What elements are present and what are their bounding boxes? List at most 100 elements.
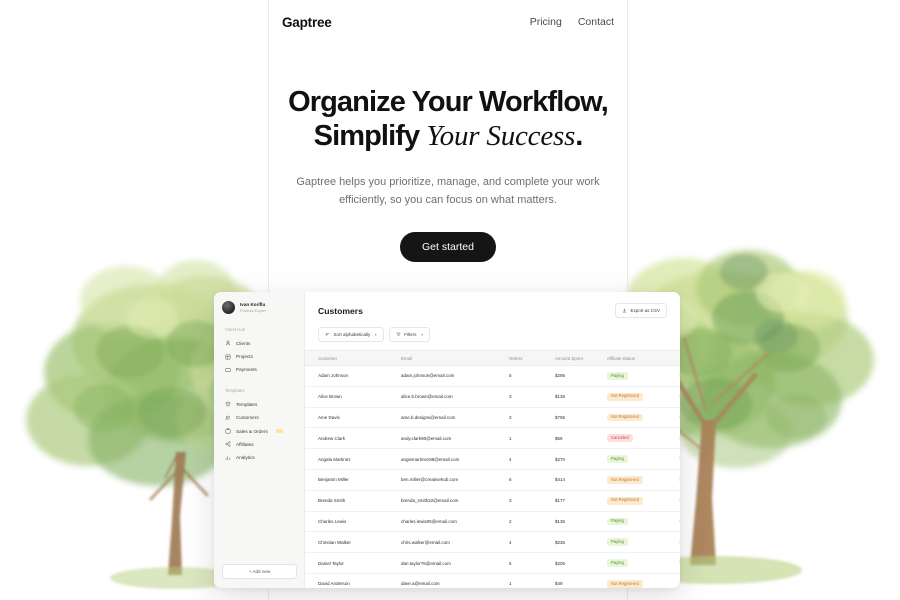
table-row[interactable]: Andrew Clark andy.clark90@email.com 1 $59 Ca…	[305, 427, 680, 450]
user-profile[interactable]: Ivan Koriflu Product Expert	[222, 301, 297, 314]
user-avatar-icon	[222, 301, 235, 314]
sidebar-item-label: Analytics	[236, 455, 255, 461]
table-row[interactable]: Benjamin Miller ben.miller@creativehub.co…	[305, 469, 680, 491]
hero-title: Organize Your Workflow, Simplify Your Su…	[268, 86, 628, 153]
sidebar-item-sales-and-orders[interactable]: Sales & Orders	[222, 425, 297, 437]
column-header-orders[interactable]: Orders	[509, 350, 555, 366]
sidebar-item-label: Customers	[236, 415, 259, 421]
cell-orders: 1	[509, 427, 555, 450]
export-csv-button[interactable]: Export as CSV	[615, 303, 667, 318]
sidebar-item-label: Sales & Orders	[236, 428, 268, 434]
hero-title-line2-plain: Simplify	[313, 119, 427, 152]
cell-affiliate-status: Paying	[607, 552, 669, 574]
table-row[interactable]: Charles Lewis charles.lewis05@email.com 2 $…	[305, 511, 680, 533]
row-actions-button[interactable]: ⋮	[669, 552, 680, 574]
sidebar-item-templates[interactable]: Templates	[222, 398, 297, 410]
cell-customer-name: Alice Brown	[305, 386, 401, 408]
cell-orders: 1	[509, 573, 555, 588]
cell-customer-name: Adam Johnson	[305, 365, 401, 387]
row-actions-button[interactable]: ⋮	[669, 427, 680, 450]
nav-link-pricing[interactable]: Pricing	[530, 16, 562, 28]
status-badge: Not Registered	[607, 392, 643, 401]
cell-affiliate-status: Canceled	[607, 427, 669, 450]
table-row[interactable]: Christian Walker chris.walker@email.com 4 $…	[305, 531, 680, 554]
cell-email: alice.b.brown@email.com	[401, 386, 509, 408]
row-actions-button[interactable]: ⋮	[669, 469, 680, 491]
sidebar-group-templates: Templates Templates Customers Sales & Or…	[222, 388, 297, 465]
sort-icon	[325, 332, 330, 338]
row-actions-button[interactable]: ⋮	[669, 448, 680, 470]
cell-email: dan.taylor76@email.com	[401, 552, 509, 574]
cell-email: brenda_smith22@email.com	[401, 490, 509, 512]
sidebar-item-payments[interactable]: Payments	[222, 364, 297, 376]
sidebar-group-client-hub: Client Hub Clients Projects Payments	[222, 327, 297, 377]
layers-icon	[225, 401, 231, 407]
sidebar-item-customers[interactable]: Customers	[222, 412, 297, 424]
table-row[interactable]: Ame Davis ame.b.designs@email.com 3 $795 Not…	[305, 407, 680, 429]
cell-affiliate-status: Paying	[607, 365, 669, 387]
share-icon	[225, 441, 231, 448]
panel-controls: Sort alphabetically ▾ Filters ▾	[318, 327, 667, 342]
sidebar-item-label: Clients	[236, 340, 251, 346]
row-actions-button[interactable]: ⋮	[669, 365, 680, 387]
table-row[interactable]: Angela Martinez angiemartinez88@email.com…	[305, 448, 680, 470]
column-header-customer[interactable]: Customer	[305, 350, 401, 366]
table-row[interactable]: Daniel Taylor dan.taylor76@email.com 5 $205…	[305, 552, 680, 574]
grid-icon	[225, 354, 231, 360]
table-row[interactable]: Alice Brown alice.b.brown@email.com 3 $136 N…	[305, 386, 680, 408]
row-actions-button[interactable]: ⋮	[669, 531, 680, 554]
column-header-amount-spent[interactable]: Amount Spent	[555, 350, 607, 366]
cell-orders: 6	[509, 469, 555, 491]
cell-customer-name: Charles Lewis	[305, 511, 401, 533]
sidebar-item-projects[interactable]: Projects	[222, 350, 297, 362]
page-title: Customers	[318, 305, 363, 316]
row-actions-button[interactable]: ⋮	[669, 511, 680, 533]
sidebar-item-affiliates[interactable]: Affiliates	[222, 438, 297, 450]
table-row[interactable]: David Anderson dave.a@email.com 1 $49 Not Re…	[305, 573, 680, 588]
cell-customer-name: Ame Davis	[305, 407, 401, 429]
get-started-button[interactable]: Get started	[400, 231, 496, 262]
status-badge: Not Registered	[607, 475, 643, 484]
sidebar-item-label: Affiliates	[236, 441, 254, 447]
column-header-affiliate-status[interactable]: Affiliate Status	[607, 350, 669, 366]
sidebar-item-analytics[interactable]: Analytics	[222, 452, 297, 464]
cell-affiliate-status: Paying	[607, 531, 669, 554]
cell-customer-name: Angela Martinez	[305, 448, 401, 470]
sidebar-item-clients[interactable]: Clients	[222, 337, 297, 349]
add-new-label: Add new	[252, 569, 271, 574]
main-nav: Pricing Contact	[530, 16, 614, 28]
cell-affiliate-status: Not Registered	[607, 469, 669, 491]
cell-orders: 3	[509, 386, 555, 408]
cell-amount-spent: $414	[555, 469, 607, 491]
brand-logo[interactable]: Gaptree	[282, 15, 332, 30]
add-new-button[interactable]: + Add new	[222, 564, 297, 579]
cell-affiliate-status: Paying	[607, 511, 669, 533]
customers-table: Customer Email Orders Amount Spent Affil…	[305, 350, 680, 588]
nav-link-contact[interactable]: Contact	[578, 16, 614, 28]
column-header-actions	[669, 350, 680, 366]
cell-customer-name: Andrew Clark	[305, 427, 401, 450]
table-row[interactable]: Brenda Smith brenda_smith22@email.com 3 $17…	[305, 490, 680, 512]
cell-amount-spent: $795	[555, 407, 607, 429]
cell-orders: 3	[509, 407, 555, 429]
row-actions-button[interactable]: ⋮	[669, 407, 680, 429]
row-actions-button[interactable]: ⋮	[669, 386, 680, 408]
chart-icon	[225, 455, 231, 461]
sort-dropdown[interactable]: Sort alphabetically ▾	[318, 327, 384, 342]
sidebar-item-label: Payments	[236, 367, 257, 373]
cell-email: dave.a@email.com	[401, 573, 509, 588]
chevron-down-icon: ▾	[421, 332, 424, 337]
row-actions-button[interactable]: ⋮	[669, 490, 680, 512]
row-actions-button[interactable]: ⋮	[669, 573, 680, 588]
filters-dropdown[interactable]: Filters ▾	[388, 327, 431, 342]
user-role: Product Expert	[240, 307, 266, 313]
table-head: Customer Email Orders Amount Spent Affil…	[305, 350, 680, 366]
sort-dropdown-label: Sort alphabetically	[333, 332, 371, 337]
new-badge	[275, 429, 283, 434]
table-row[interactable]: Adam Johnson adam.johnson@email.com 5 $295 P…	[305, 365, 680, 387]
filter-icon	[395, 332, 401, 338]
hero-subtitle: Gaptree helps you prioritize, manage, an…	[296, 176, 600, 207]
column-header-email[interactable]: Email	[401, 350, 509, 366]
cell-affiliate-status: Paying	[607, 448, 669, 470]
customers-table-wrapper[interactable]: Customer Email Orders Amount Spent Affil…	[305, 350, 680, 588]
